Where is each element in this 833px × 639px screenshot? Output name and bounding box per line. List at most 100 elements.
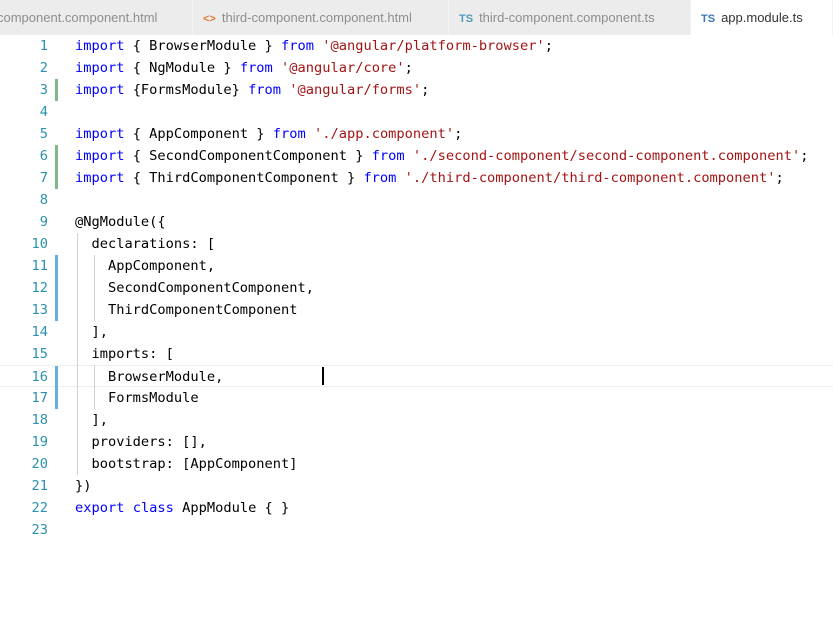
tab-4[interactable]: TS app.module.ts [691, 0, 833, 35]
code-text: SecondComponentComponent, [75, 277, 314, 299]
modified-line-marker [55, 277, 58, 299]
code-text: @NgModule({ [75, 211, 166, 233]
code-token: ; [800, 148, 809, 164]
tab-1[interactable]: component.component.html [0, 0, 193, 35]
code-text: ThirdComponentComponent [75, 299, 298, 321]
modified-line-marker [55, 387, 58, 409]
line-number: 19 [31, 434, 48, 450]
code-line[interactable]: 11 AppComponent, [0, 255, 833, 277]
tab-label: component.component.html [0, 10, 158, 25]
keyword-token: from [371, 148, 405, 164]
code-token: { NgModule } [124, 60, 240, 76]
code-token: imports: [ [75, 346, 174, 362]
code-line[interactable]: 7 import { ThirdComponentComponent } from… [0, 167, 833, 189]
line-number: 5 [39, 126, 48, 142]
line-number: 10 [31, 236, 48, 252]
code-text: imports: [ [75, 343, 174, 365]
keyword-token: import [75, 82, 125, 98]
code-token: ; [544, 38, 553, 54]
line-number: 7 [39, 170, 48, 186]
code-text: ], [75, 321, 108, 343]
code-text: providers: [], [75, 431, 207, 453]
code-editor[interactable]: 1 import { BrowserModule } from '@angular… [0, 35, 833, 639]
line-number: 13 [31, 302, 48, 318]
editor-tab-bar: component.component.html <> third-componen… [0, 0, 833, 35]
tab-3[interactable]: TS third-component.component.ts [449, 0, 691, 35]
code-text: }) [75, 475, 91, 497]
code-line[interactable]: 21}) [0, 475, 833, 497]
code-token: ], [75, 412, 108, 428]
code-line[interactable]: 13 ThirdComponentComponent [0, 299, 833, 321]
code-text: ], [75, 409, 108, 431]
line-number: 15 [31, 346, 48, 362]
code-line[interactable]: 14 ], [0, 321, 833, 343]
code-token: ; [404, 60, 413, 76]
code-token: ; [421, 82, 430, 98]
keyword-token: from [248, 82, 282, 98]
tab-label: app.module.ts [721, 10, 803, 25]
ts-icon: TS [701, 13, 716, 25]
keyword-token: export [75, 500, 125, 516]
keyword-token: from [272, 126, 306, 142]
code-line[interactable]: 2 import { NgModule } from '@angular/core… [0, 57, 833, 79]
keyword-token: from [281, 38, 314, 54]
code-line[interactable]: 15 imports: [ [0, 343, 833, 365]
line-number: 1 [39, 38, 48, 54]
code-text: import { AppComponent } from './app.comp… [75, 123, 462, 145]
code-line[interactable]: 17 FormsModule [0, 387, 833, 409]
line-number: 22 [31, 500, 48, 516]
keyword-token: import [75, 148, 125, 164]
code-token: { BrowserModule } [124, 38, 282, 54]
code-line[interactable]: 19 providers: [], [0, 431, 833, 453]
line-number: 11 [31, 258, 48, 274]
line-number: 21 [31, 478, 48, 494]
tab-label: third-component.component.ts [479, 10, 655, 25]
keyword-token: import [75, 170, 125, 186]
line-number: 8 [39, 192, 48, 208]
code-line[interactable]: 9 @NgModule({ [0, 211, 833, 233]
code-line[interactable]: 8 [0, 189, 833, 211]
code-line[interactable]: 23 [0, 519, 833, 541]
code-line[interactable]: 4 [0, 101, 833, 123]
line-number: 2 [39, 60, 48, 76]
code-line[interactable]: 1 import { BrowserModule } from '@angular… [0, 35, 833, 57]
code-line[interactable]: 5 import { AppComponent } from './app.com… [0, 123, 833, 145]
code-text: bootstrap: [AppComponent] [75, 453, 297, 475]
code-line[interactable]: 12 SecondComponentComponent, [0, 277, 833, 299]
keyword-token: import [75, 60, 125, 76]
code-text: import { NgModule } from '@angular/core'… [75, 57, 413, 79]
code-line[interactable]: 16 BrowserModule, [0, 365, 833, 388]
line-number: 3 [39, 82, 48, 98]
code-line[interactable]: 6 import { SecondComponentComponent } fro… [0, 145, 833, 167]
code-line[interactable]: 20 bootstrap: [AppComponent] [0, 453, 833, 475]
code-token: providers: [], [75, 434, 207, 450]
html-icon: <> [203, 13, 216, 25]
code-text: BrowserModule, [75, 366, 223, 388]
code-text: declarations: [ [75, 233, 215, 255]
tab-label: third-component.component.html [221, 10, 412, 25]
code-token: declarations: [ [75, 236, 216, 252]
code-token: }) [75, 478, 92, 494]
code-token: { AppComponent } [124, 126, 273, 142]
code-line[interactable]: 3 import {FormsModule} from '@angular/for… [0, 79, 833, 101]
code-line[interactable]: 22 export class AppModule { } [0, 497, 833, 519]
string-token: '@angular/forms' [289, 82, 422, 98]
code-line[interactable]: 10 declarations: [ [0, 233, 833, 255]
code-token: { ThirdComponentComponent } [124, 170, 364, 186]
added-line-marker [55, 145, 58, 167]
code-token: ], [75, 324, 108, 340]
code-token: ; [775, 170, 784, 186]
code-text: import { SecondComponentComponent } from… [75, 145, 808, 167]
tab-2[interactable]: <> third-component.component.html [193, 0, 449, 35]
line-number: 16 [31, 369, 48, 385]
added-line-marker [55, 167, 58, 189]
code-token: @NgModule({ [75, 214, 166, 230]
added-line-marker [55, 79, 58, 101]
code-line[interactable]: 18 ], [0, 409, 833, 431]
keyword-token: import [75, 38, 125, 54]
indent-guide [93, 255, 95, 321]
